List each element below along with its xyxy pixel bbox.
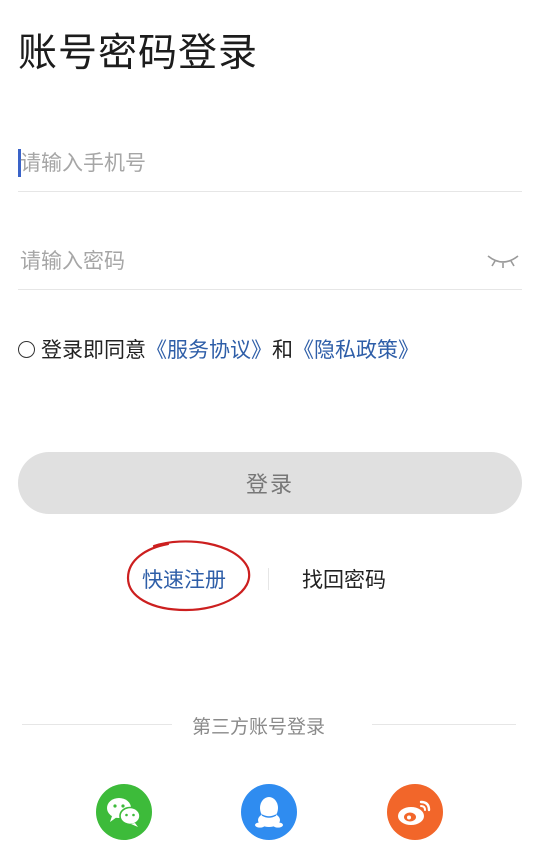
third-party-label: 第三方账号登录 xyxy=(192,716,326,738)
eye-closed-icon[interactable] xyxy=(486,250,520,270)
privacy-link[interactable]: 《隐私政策》 xyxy=(293,334,419,364)
agreement-row: 登录即同意 《服务协议》 和 《隐私政策》 xyxy=(18,332,419,366)
divider-line-right xyxy=(372,724,516,725)
weibo-login-button[interactable] xyxy=(387,784,443,840)
divider-line-left xyxy=(22,724,172,725)
link-divider xyxy=(268,568,269,590)
phone-input[interactable] xyxy=(18,142,460,184)
password-input[interactable] xyxy=(18,240,460,282)
qq-icon xyxy=(255,797,283,828)
agreement-prefix: 登录即同意 xyxy=(41,338,146,362)
agreement-radio[interactable] xyxy=(18,340,35,358)
wechat-login-button[interactable] xyxy=(96,784,152,840)
terms-link[interactable]: 《服务协议》 xyxy=(146,334,272,364)
password-field xyxy=(18,232,522,290)
page-title: 账号密码登录 xyxy=(18,31,259,76)
quick-register-link[interactable]: 快速注册 xyxy=(142,564,226,594)
agreement-joiner: 和 xyxy=(272,338,293,362)
wechat-icon xyxy=(107,798,141,827)
weibo-icon xyxy=(398,800,431,825)
find-password-link[interactable]: 找回密码 xyxy=(302,564,386,594)
login-button[interactable]: 登录 xyxy=(18,452,522,514)
phone-field xyxy=(18,134,522,192)
account-links: 快速注册 找回密码 xyxy=(0,558,553,598)
qq-login-button[interactable] xyxy=(241,784,297,840)
third-party-divider: 第三方账号登录 xyxy=(0,708,553,742)
